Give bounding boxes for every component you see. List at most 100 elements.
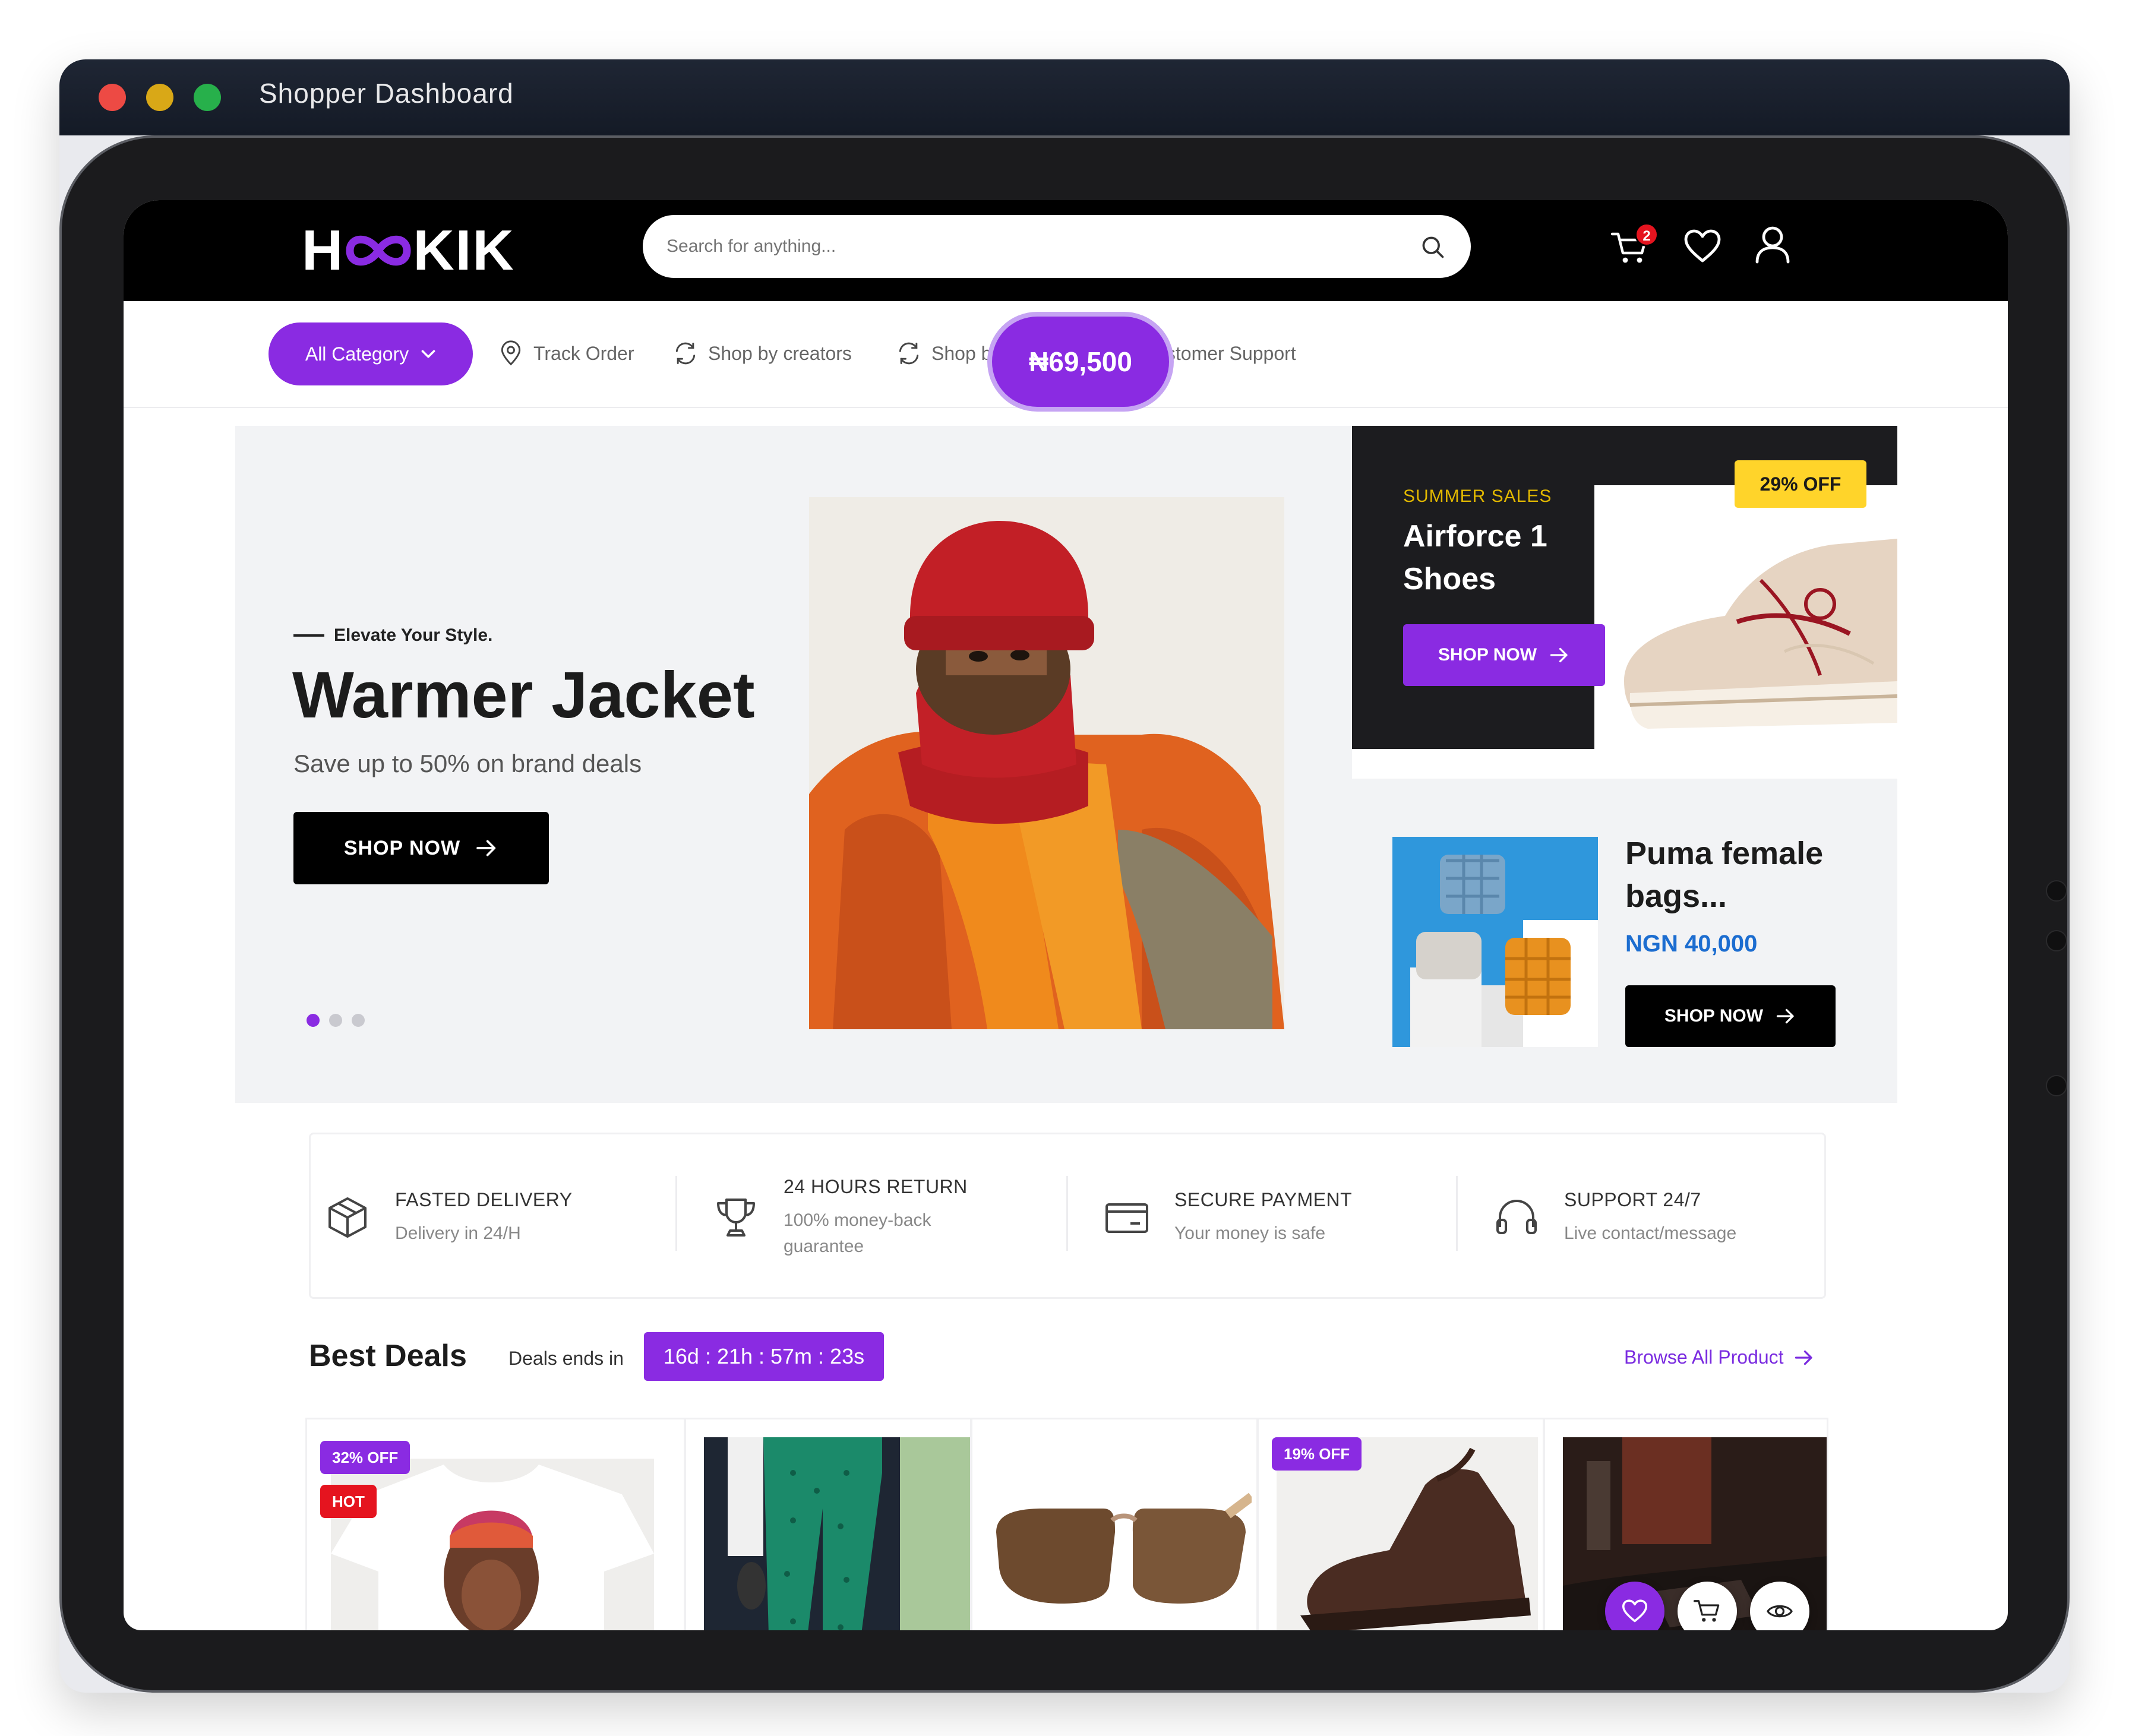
puma-shop-now-button[interactable]: SHOP NOW bbox=[1625, 985, 1836, 1047]
cart-icon bbox=[1694, 1600, 1720, 1622]
features-bar: FASTED DELIVERY Delivery in 24/H 24 HOUR… bbox=[309, 1133, 1826, 1299]
arrow-right-icon bbox=[1795, 1350, 1812, 1365]
hero-title: Warmer Jacket bbox=[292, 659, 755, 732]
eye-icon bbox=[1767, 1605, 1793, 1618]
logo-text-right: KIK bbox=[413, 219, 515, 282]
search-input[interactable] bbox=[667, 215, 1379, 278]
carousel-dot[interactable] bbox=[307, 1014, 320, 1027]
search-bar[interactable] bbox=[643, 215, 1471, 278]
nav-shop-by-creators[interactable]: Shop by creators bbox=[672, 336, 852, 371]
feature-payment: SECURE PAYMENT Your money is safe bbox=[1103, 1134, 1352, 1301]
feature-title: SECURE PAYMENT bbox=[1174, 1188, 1353, 1210]
summer-shop-now-label: SHOP NOW bbox=[1438, 645, 1537, 665]
chevron-down-icon bbox=[421, 350, 435, 358]
feature-title: FASTED DELIVERY bbox=[395, 1188, 573, 1210]
browse-all-products-link[interactable]: Browse All Product bbox=[1624, 1346, 1815, 1368]
summer-sales-card: SUMMER SALES Airforce 1 Shoes SHOP NOW 2… bbox=[1352, 426, 1897, 749]
feature-subtitle: 100% money-back guarantee bbox=[784, 1210, 931, 1256]
package-icon bbox=[328, 1197, 367, 1238]
location-pin-icon bbox=[501, 340, 521, 366]
hero-shop-now-button[interactable]: SHOP NOW bbox=[293, 812, 549, 884]
all-category-label: All Category bbox=[305, 343, 409, 365]
tablet-side-button bbox=[2046, 930, 2067, 951]
trophy-icon bbox=[717, 1199, 755, 1237]
tablet-frame: H KIK Search for anything... 2 All Categ… bbox=[59, 135, 2070, 1693]
hero-product-image bbox=[809, 497, 1284, 1029]
feature-support: SUPPORT 24/7 Live contact/message bbox=[1493, 1134, 1736, 1301]
sneaker-illustration bbox=[1594, 485, 1897, 749]
feature-subtitle: Your money is safe bbox=[1174, 1223, 1326, 1243]
feature-subtitle: Delivery in 24/H bbox=[395, 1223, 521, 1243]
close-window-button[interactable] bbox=[99, 84, 126, 111]
sunglasses-illustration bbox=[990, 1479, 1252, 1630]
nav-track-order[interactable]: Track Order bbox=[498, 336, 634, 371]
heart-icon bbox=[1622, 1599, 1648, 1623]
all-category-button[interactable]: All Category bbox=[269, 322, 473, 385]
nav-link-label: Track Order bbox=[533, 342, 634, 364]
puma-bags-card: Puma female bags... NGN 40,000 SHOP NOW bbox=[1352, 779, 1897, 1103]
cart-count-badge: 2 bbox=[1635, 223, 1659, 246]
headphones-icon bbox=[1496, 1200, 1537, 1234]
tablet-side-button bbox=[2046, 1075, 2067, 1096]
discount-badge: 32% OFF bbox=[320, 1441, 410, 1474]
title-bar: Shopper Dashboard bbox=[59, 59, 2070, 135]
infinity-logo-icon bbox=[346, 235, 411, 266]
hero-subtitle: Save up to 50% on brand deals bbox=[293, 750, 642, 777]
hero-price-tag: ₦69,500 bbox=[992, 317, 1169, 407]
arrow-right-icon bbox=[476, 840, 496, 856]
summer-title: Airforce 1 Shoes bbox=[1403, 519, 1547, 596]
divider bbox=[675, 1176, 677, 1251]
refresh-arrows-icon bbox=[899, 342, 919, 365]
arrow-right-icon bbox=[1776, 1008, 1794, 1024]
maximize-window-button[interactable] bbox=[194, 84, 221, 111]
user-account-icon[interactable] bbox=[1755, 225, 1790, 264]
minimize-window-button[interactable] bbox=[146, 84, 173, 111]
nav-link-label: Shop by creators bbox=[708, 342, 852, 364]
credit-card-icon bbox=[1105, 1203, 1148, 1233]
feature-return: 24 HOURS RETURN 100% money-back guarante… bbox=[712, 1134, 974, 1301]
logo-text-left: H bbox=[302, 219, 345, 282]
summer-eyebrow: SUMMER SALES bbox=[1403, 486, 1552, 506]
carousel-dots bbox=[307, 1014, 365, 1027]
feature-title: SUPPORT 24/7 bbox=[1564, 1188, 1701, 1210]
product-card[interactable] bbox=[971, 1418, 1258, 1630]
bags-illustration bbox=[1392, 837, 1598, 1047]
product-card[interactable]: 32% OFF HOT bbox=[305, 1418, 686, 1630]
window-title: Shopper Dashboard bbox=[259, 78, 514, 109]
green-pants-illustration bbox=[704, 1437, 970, 1630]
wishlist-heart-icon[interactable] bbox=[1683, 229, 1721, 264]
product-image bbox=[331, 1459, 654, 1630]
hero-shop-now-label: SHOP NOW bbox=[343, 836, 461, 859]
carousel-dot[interactable] bbox=[352, 1014, 365, 1027]
site-header: H KIK Search for anything... 2 bbox=[124, 200, 2008, 301]
deals-countdown-timer: 16d : 21h : 57m : 23s bbox=[644, 1332, 884, 1381]
puma-title: Puma female bags... bbox=[1625, 836, 1824, 914]
deals-ends-label: Deals ends in bbox=[508, 1348, 624, 1369]
divider bbox=[1456, 1176, 1458, 1251]
tablet-screen: H KIK Search for anything... 2 All Categ… bbox=[124, 200, 2008, 1630]
feature-subtitle: Live contact/message bbox=[1564, 1223, 1737, 1243]
summer-shop-now-button[interactable]: SHOP NOW bbox=[1403, 624, 1605, 686]
discount-badge: 19% OFF bbox=[1272, 1437, 1362, 1471]
refresh-arrows-icon bbox=[675, 342, 696, 365]
hookik-logo[interactable]: H KIK bbox=[302, 218, 515, 283]
feature-delivery: FASTED DELIVERY Delivery in 24/H bbox=[324, 1134, 573, 1301]
hot-badge: HOT bbox=[320, 1485, 377, 1518]
carousel-dot[interactable] bbox=[329, 1014, 342, 1027]
product-card[interactable] bbox=[684, 1418, 972, 1630]
puma-bags-image bbox=[1392, 837, 1598, 1047]
discount-badge: 29% OFF bbox=[1735, 460, 1866, 508]
puma-price: NGN 40,000 bbox=[1625, 931, 1758, 957]
cart-button[interactable]: 2 bbox=[1611, 223, 1659, 267]
puma-shop-now-label: SHOP NOW bbox=[1664, 1006, 1764, 1026]
hero-banner: Elevate Your Style. Warmer Jacket Save u… bbox=[235, 426, 1352, 1103]
arrow-right-icon bbox=[1550, 647, 1568, 663]
tablet-side-button bbox=[2046, 880, 2067, 902]
browse-all-label: Browse All Product bbox=[1624, 1346, 1784, 1368]
best-deals-title: Best Deals bbox=[309, 1339, 467, 1373]
feature-title: 24 HOURS RETURN bbox=[784, 1175, 968, 1197]
product-card[interactable]: 19% OFF bbox=[1257, 1418, 1544, 1630]
tshirt-illustration bbox=[331, 1459, 654, 1630]
search-icon[interactable] bbox=[1420, 234, 1446, 260]
product-image bbox=[990, 1479, 1252, 1630]
